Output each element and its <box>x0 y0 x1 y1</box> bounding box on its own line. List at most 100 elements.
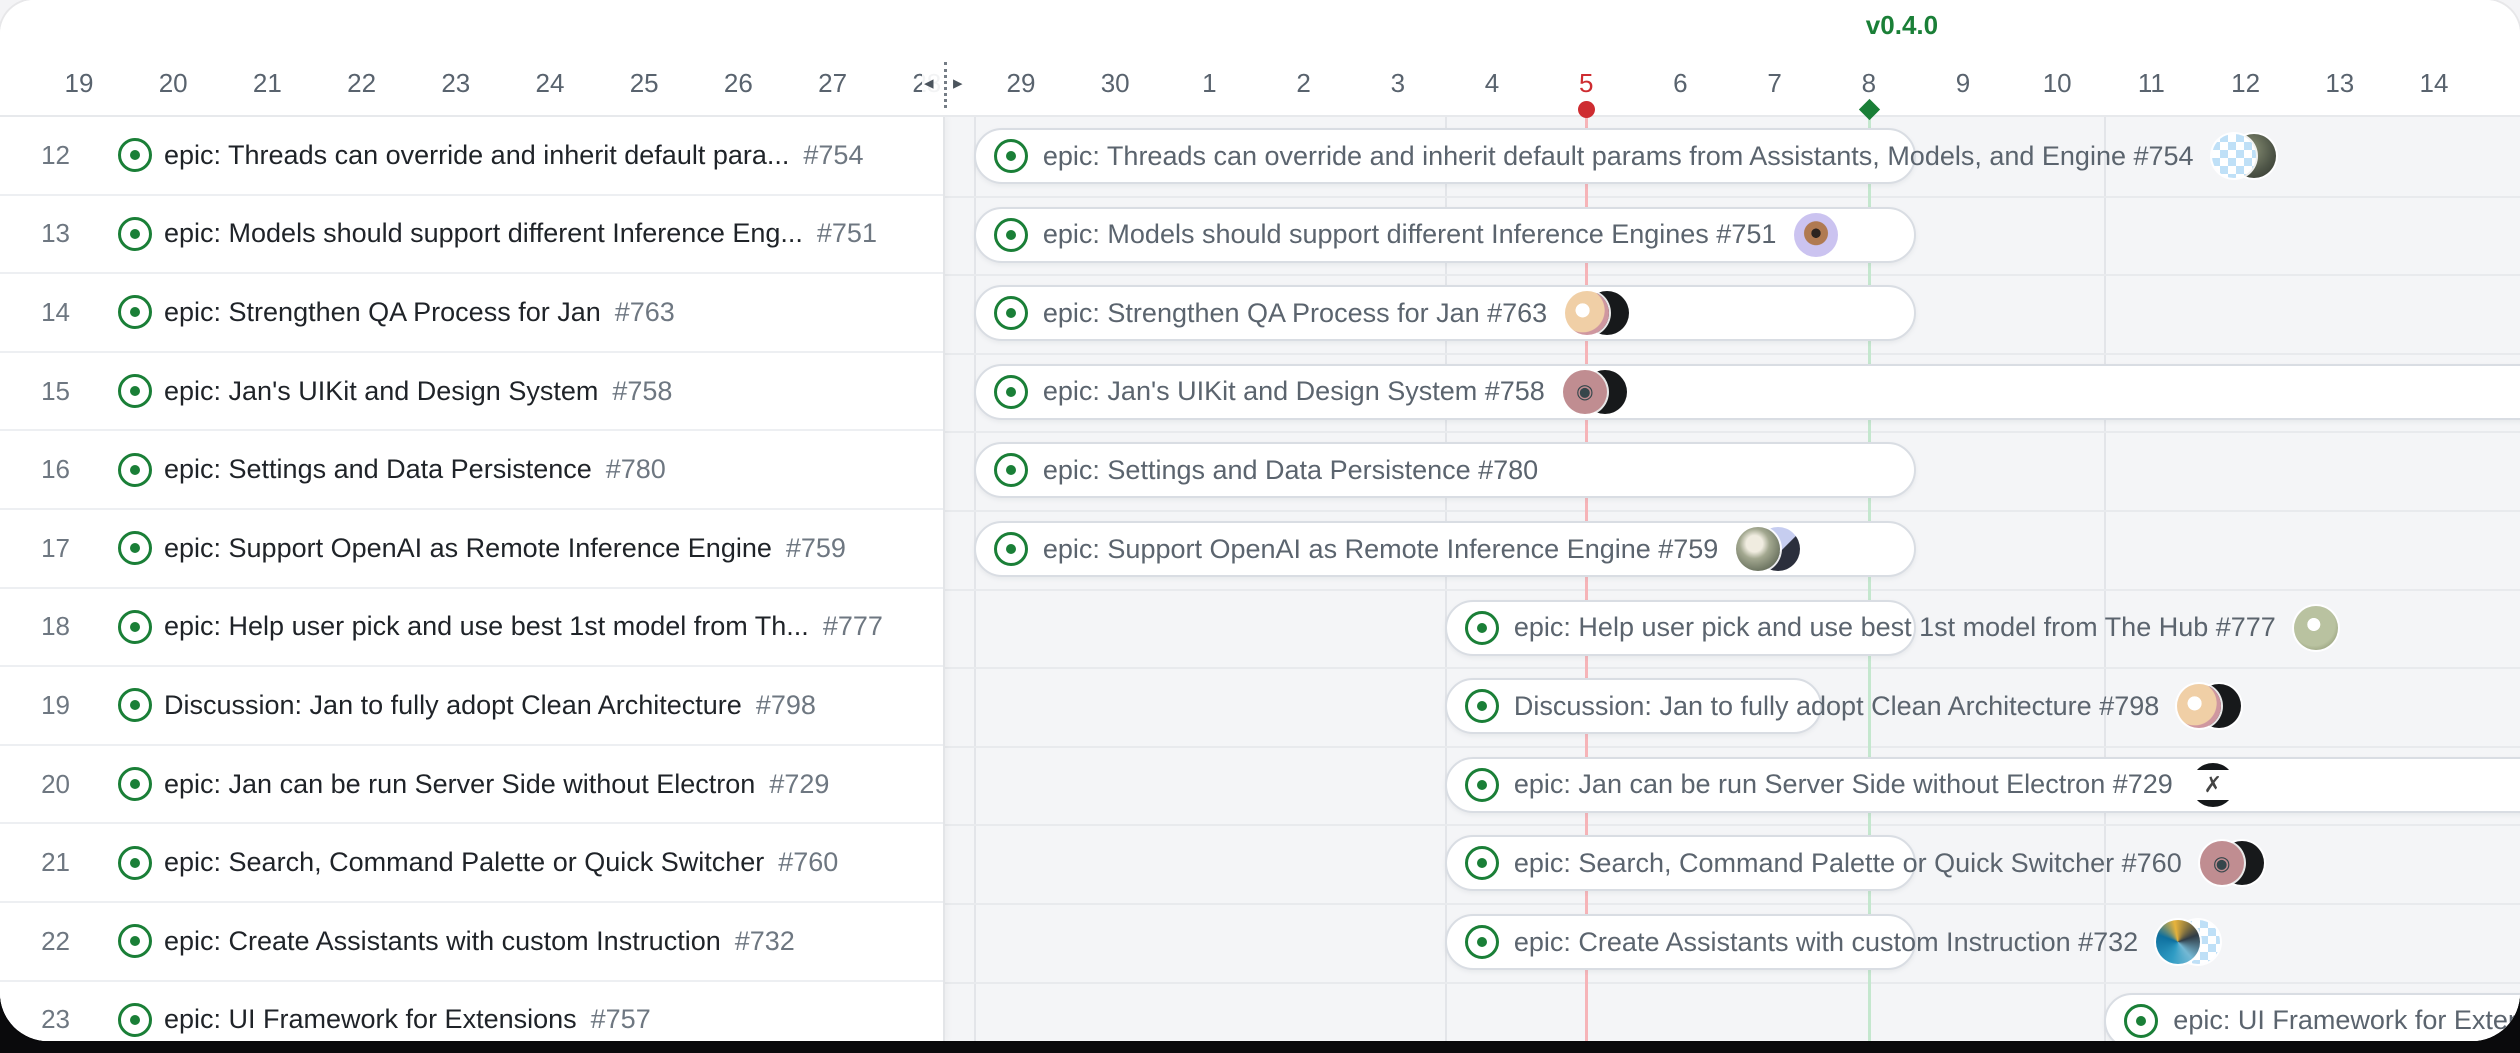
table-row[interactable]: 21 epic: Search, Command Palette or Quick… <box>0 824 943 903</box>
row-title[interactable]: epic: Strengthen QA Process for Jan <box>164 297 601 328</box>
row-separator <box>945 353 2520 355</box>
table-row[interactable]: 18epic: Help user pick and use best 1st … <box>0 589 943 668</box>
table-row[interactable]: 14epic: Strengthen QA Process for Jan#76… <box>0 274 943 353</box>
today-marker-icon <box>1578 101 1595 118</box>
milestone-marker-icon <box>1859 99 1880 120</box>
row-title[interactable]: epic: Create Assistants with custom Inst… <box>164 926 721 957</box>
row-title[interactable]: epic: Models should support different In… <box>164 218 803 249</box>
date-label: 12 <box>2201 68 2291 99</box>
row-separator <box>945 824 2520 826</box>
open-issue-icon <box>1465 925 1499 959</box>
row-number: 21 <box>0 824 70 901</box>
table-row[interactable]: 23epic: UI Framework for Extensions#757 <box>0 982 943 1041</box>
avatar-stack <box>1565 291 1629 335</box>
avatar-stack <box>2200 841 2264 885</box>
row-number: 17 <box>0 510 70 587</box>
roadmap-bar-content: Discussion: Jan to fully adopt Clean Arc… <box>1465 678 2241 734</box>
open-issue-icon <box>994 296 1028 330</box>
date-label: 5 <box>1541 68 1631 99</box>
row-separator <box>945 589 2520 591</box>
row-title[interactable]: epic: Help user pick and use best 1st mo… <box>164 611 809 642</box>
row-title[interactable]: epic: Jan's UIKit and Design System <box>164 376 598 407</box>
roadmap-bar-content: epic: UI Framework for Extensions #757 <box>2124 993 2520 1041</box>
open-issue-icon <box>1465 689 1499 723</box>
issue-number: #729 <box>769 769 829 800</box>
roadmap-bar-content: epic: Settings and Data Persistence #780 <box>994 442 1538 498</box>
row-number: 13 <box>0 196 70 273</box>
roadmap-bar-content: epic: Help user pick and use best 1st mo… <box>1465 600 2338 656</box>
table-row[interactable]: 15epic: Jan's UIKit and Design System#75… <box>0 353 943 432</box>
avatar-mauve-eye[interactable] <box>2200 841 2244 885</box>
roadmap-bar-content: epic: Jan can be run Server Side without… <box>1465 757 2235 813</box>
date-label: 7 <box>1730 68 1820 99</box>
bar-label: epic: Jan's UIKit and Design System #758 <box>1043 376 1545 407</box>
avatar-stack <box>2212 134 2276 178</box>
row-number: 14 <box>0 274 70 351</box>
row-title[interactable]: epic: UI Framework for Extensions <box>164 1004 577 1035</box>
roadmap-window: epic: Threads can override and inherit d… <box>0 0 2520 1041</box>
table-row[interactable]: 20epic: Jan can be run Server Side witho… <box>0 746 943 825</box>
date-label: 6 <box>1635 68 1725 99</box>
date-label: 4 <box>1447 68 1537 99</box>
row-title[interactable]: epic: Settings and Data Persistence <box>164 454 592 485</box>
resize-arrow-left-icon: ◂ <box>924 72 934 95</box>
table-row[interactable]: 22epic: Create Assistants with custom In… <box>0 903 943 982</box>
row-title[interactable]: epic: Support OpenAI as Remote Inference… <box>164 533 772 564</box>
table-row[interactable]: 16epic: Settings and Data Persistence#78… <box>0 431 943 510</box>
row-number: 23 <box>0 982 70 1041</box>
row-title[interactable]: epic: Jan can be run Server Side without… <box>164 769 755 800</box>
row-title[interactable]: Discussion: Jan to fully adopt Clean Arc… <box>164 690 742 721</box>
avatar-person-purple[interactable] <box>1794 213 1838 257</box>
table-row[interactable]: 17 epic: Support OpenAI as Remote Inferen… <box>0 510 943 589</box>
open-issue-icon <box>994 139 1028 173</box>
bar-label: epic: Threads can override and inherit d… <box>1043 141 2194 172</box>
avatar-animal-gray[interactable] <box>1736 527 1780 571</box>
issue-number: #760 <box>778 847 838 878</box>
date-label: 1 <box>1164 68 1254 99</box>
avatar-stack <box>1563 370 1627 414</box>
open-issue-icon <box>118 531 152 565</box>
date-label: 19 <box>34 68 124 99</box>
bar-label: epic: Support OpenAI as Remote Inference… <box>1043 534 1718 565</box>
bar-label: epic: Help user pick and use best 1st mo… <box>1514 612 2276 643</box>
avatar-cat-art[interactable] <box>2156 920 2200 964</box>
avatar-pixel-blue[interactable] <box>2212 134 2256 178</box>
date-label: 11 <box>2106 68 2196 99</box>
date-label: 13 <box>2295 68 2385 99</box>
avatar-cat-green[interactable] <box>2294 606 2338 650</box>
milestone-label[interactable]: v0.4.0 <box>1866 10 1938 41</box>
bar-label: epic: Create Assistants with custom Inst… <box>1514 927 2138 958</box>
bar-label: epic: Jan can be run Server Side without… <box>1514 769 2173 800</box>
row-title[interactable]: epic: Search, Command Palette or Quick S… <box>164 847 764 878</box>
open-issue-icon <box>2124 1004 2158 1038</box>
open-issue-icon <box>118 217 152 251</box>
issue-number: #754 <box>803 140 863 171</box>
open-issue-icon <box>118 138 152 172</box>
table-row[interactable]: 12 epic: Threads can override and inherit… <box>0 117 943 196</box>
row-separator <box>945 196 2520 198</box>
bar-label: epic: Models should support different In… <box>1043 219 1776 250</box>
avatar-sig-white[interactable] <box>2191 763 2235 807</box>
row-separator <box>945 274 2520 276</box>
roadmap-bar-content: epic: Threads can override and inherit d… <box>994 128 2276 184</box>
open-issue-icon <box>118 374 152 408</box>
bar-label: Discussion: Jan to fully adopt Clean Arc… <box>1514 691 2159 722</box>
open-issue-icon <box>118 610 152 644</box>
roadmap-bar-content: epic: Strengthen QA Process for Jan #763 <box>994 285 1629 341</box>
avatar-mauve-eye[interactable] <box>1563 370 1607 414</box>
table-row[interactable]: 19Discussion: Jan to fully adopt Clean A… <box>0 667 943 746</box>
open-issue-icon <box>1465 611 1499 645</box>
roadmap-bar-content: epic: Jan's UIKit and Design System #758 <box>994 364 1627 420</box>
avatar-stack <box>2177 684 2241 728</box>
issue-number: #751 <box>817 218 877 249</box>
row-number: 12 <box>0 117 70 194</box>
row-separator <box>945 903 2520 905</box>
bar-label: epic: Strengthen QA Process for Jan #763 <box>1043 298 1547 329</box>
open-issue-icon <box>994 375 1028 409</box>
row-number: 16 <box>0 431 70 508</box>
row-title[interactable]: epic: Threads can override and inherit d… <box>164 140 789 171</box>
issue-number: #758 <box>612 376 672 407</box>
table-row[interactable]: 13 epic: Models should support different … <box>0 196 943 275</box>
date-label: 20 <box>128 68 218 99</box>
open-issue-icon <box>1465 846 1499 880</box>
